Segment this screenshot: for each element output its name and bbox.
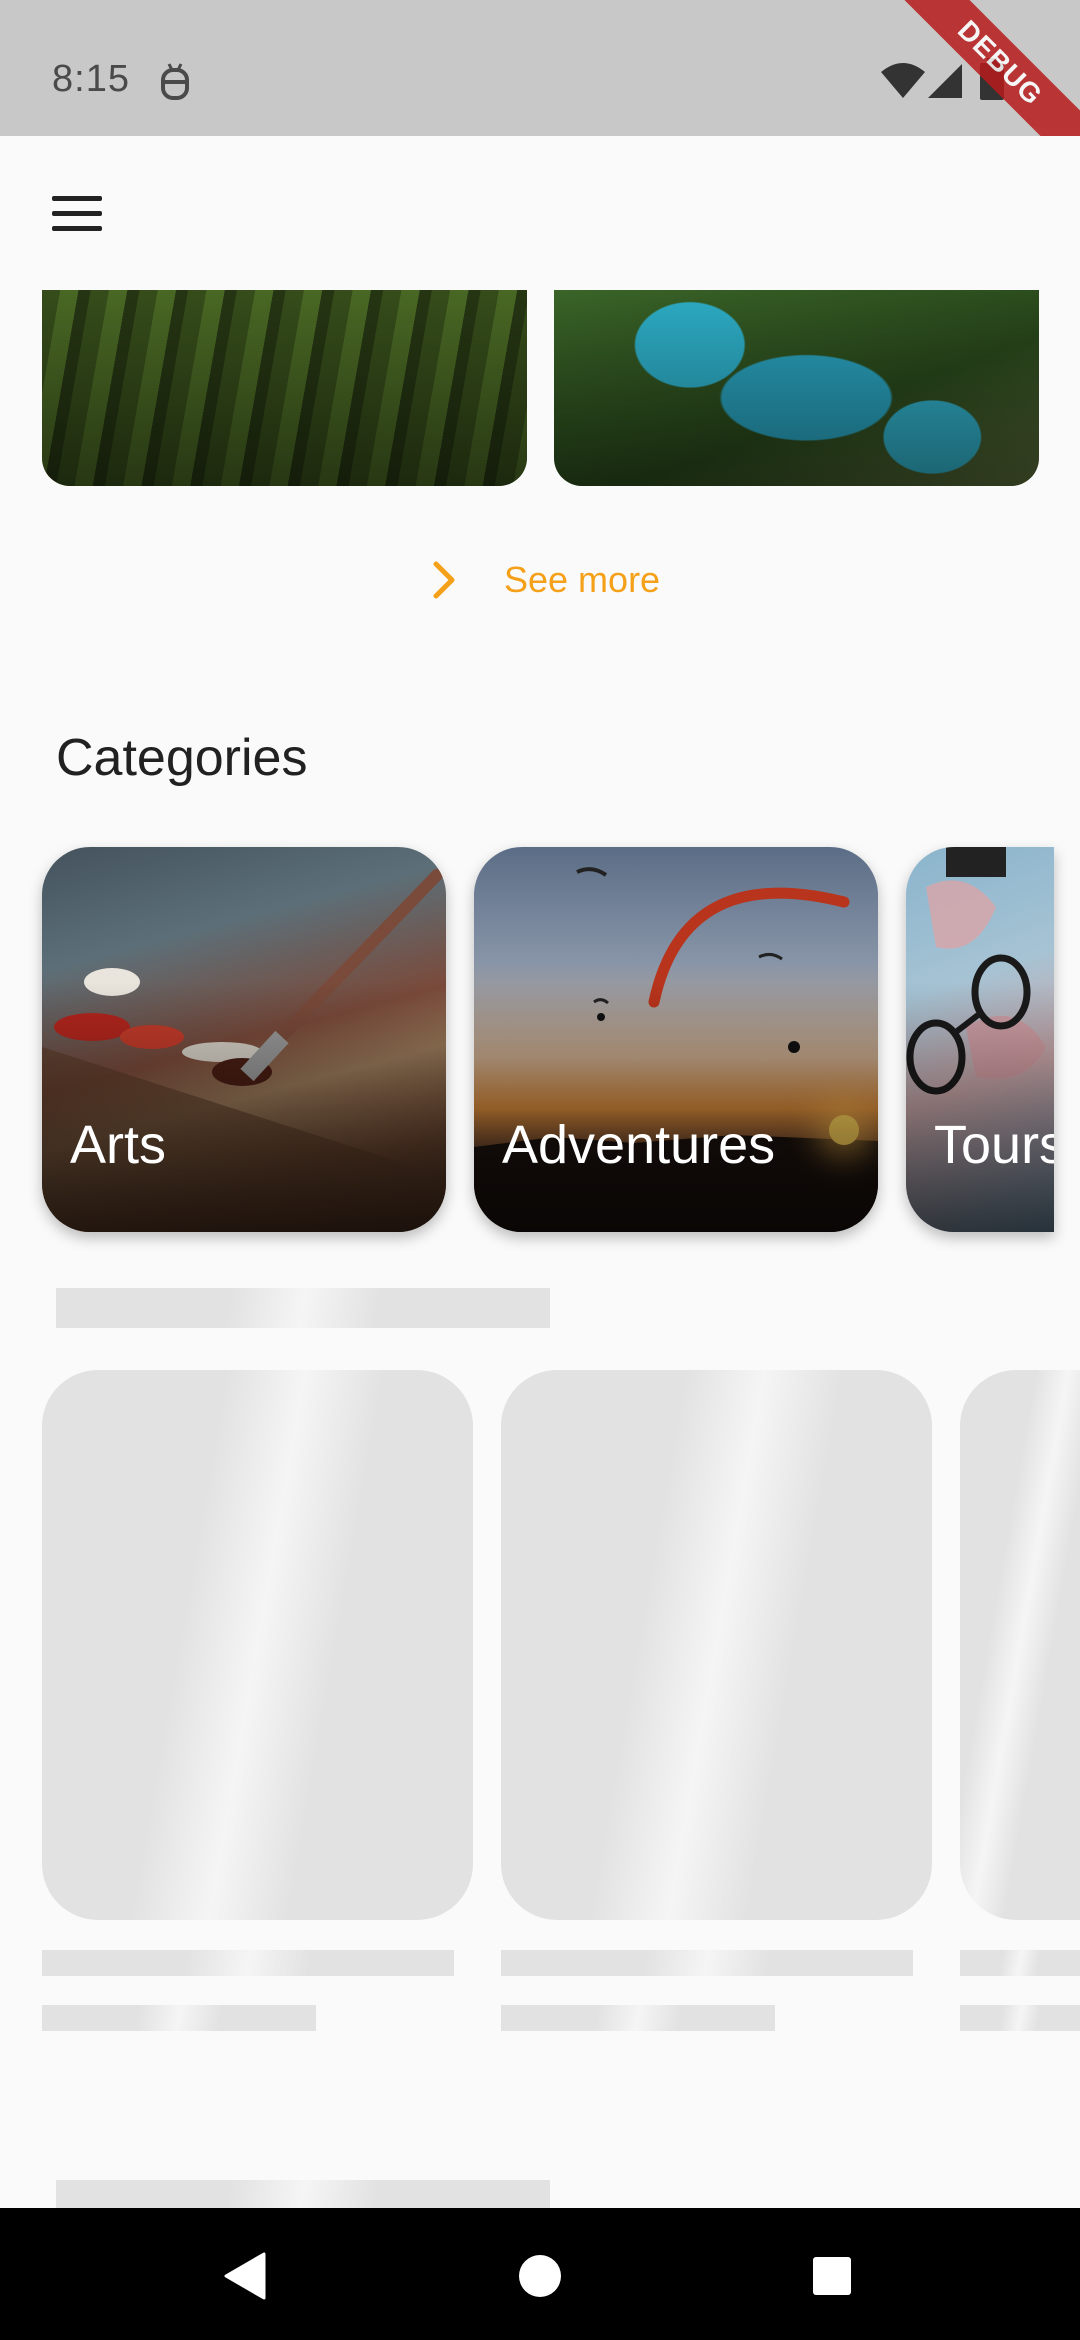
skeleton-line [42, 2005, 316, 2031]
see-more-label: See more [504, 559, 661, 600]
android-debug-icon [161, 63, 189, 100]
category-card-tours[interactable]: Tours [906, 847, 1054, 1232]
skeleton-line [42, 1950, 454, 1976]
skeleton-card [42, 1370, 473, 1920]
home-icon[interactable] [518, 2254, 562, 2298]
skeleton-line [960, 2005, 1080, 2031]
skeleton-line [501, 1950, 913, 1976]
recents-icon[interactable] [812, 2256, 852, 2296]
signal-icon [928, 64, 962, 98]
chevron-right-icon [433, 561, 455, 599]
skeleton-section-title [56, 2180, 550, 2208]
app-bar [0, 136, 1080, 290]
category-label: Arts [70, 1115, 167, 1175]
category-label: Tours [934, 1115, 1054, 1175]
see-more-button[interactable]: See more [430, 550, 660, 610]
featured-card-image[interactable] [554, 290, 1039, 486]
skeleton-card [960, 1370, 1080, 1920]
section-title-categories: Categories [56, 729, 308, 787]
wifi-icon [881, 63, 925, 98]
status-time: 8:15 [52, 58, 130, 100]
navigation-bar [0, 2208, 1080, 2340]
back-icon[interactable] [222, 2252, 266, 2300]
skeleton-line [501, 2005, 775, 2031]
category-card-arts[interactable]: Arts [42, 847, 446, 1232]
menu-icon[interactable] [52, 196, 102, 232]
category-card-adventures[interactable]: Adventures [474, 847, 878, 1232]
skeleton-section-title [56, 1288, 550, 1328]
skeleton-line [960, 1950, 1080, 1976]
category-label: Adventures [502, 1115, 776, 1175]
status-bar: 8:15 DEBUG [0, 0, 1080, 186]
featured-card-image[interactable] [42, 290, 527, 486]
skeleton-card [501, 1370, 932, 1920]
